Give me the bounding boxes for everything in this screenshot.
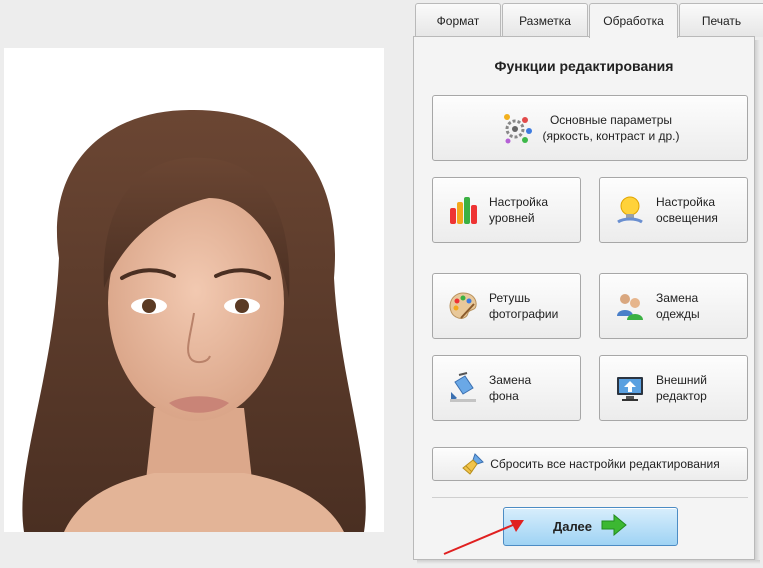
palette-icon [445,288,481,324]
people-icon [612,288,648,324]
next-label: Далее [552,518,593,534]
retouch-label: Ретушь фотографии [489,291,559,321]
gears-icon [500,110,536,146]
tab-bar: Формат Разметка Обработка Печать [413,3,763,38]
basic-parameters-button[interactable]: Основные параметры (яркость, контраст и … [432,95,748,161]
clothes-label: Замена одежды [656,291,700,321]
background-button[interactable]: Замена фона [432,355,581,421]
portrait-image [22,109,366,532]
levels-label: Настройка уровней [489,195,549,225]
retouch-button[interactable]: Ретушь фотографии [432,273,581,339]
panel-shadow-right [755,40,760,562]
lightbulb-icon [612,192,648,228]
tab-print[interactable]: Печать [679,3,763,37]
photo-preview [4,48,384,532]
reset-settings-button[interactable]: Сбросить все настройки редактирования [432,447,748,481]
tab-layout[interactable]: Разметка [502,3,588,37]
background-label: Замена фона [489,373,532,403]
levels-button[interactable]: Настройка уровней [432,177,581,243]
lighting-button[interactable]: Настройка освещения [599,177,748,243]
panel-title: Функции редактирования [494,58,674,74]
paint-bucket-icon [445,370,481,406]
tab-processing[interactable]: Обработка [589,3,678,38]
lighting-label: Настройка освещения [656,195,718,225]
brush-icon [460,451,486,477]
basic-parameters-label: Основные параметры (яркость, контраст и … [542,113,680,143]
reset-settings-label: Сбросить все настройки редактирования [490,457,720,471]
bar-chart-icon [445,192,481,228]
annotation-arrow [440,510,530,563]
divider [432,497,748,498]
monitor-upload-icon [612,370,648,406]
editing-panel: Функции редактирования Основные параметр… [413,36,755,560]
tab-format[interactable]: Формат [415,3,501,37]
external-editor-label: Внешний редактор [656,373,707,403]
panel-shadow-bottom [417,560,760,564]
clothes-button[interactable]: Замена одежды [599,273,748,339]
arrow-right-icon [600,513,628,539]
external-editor-button[interactable]: Внешний редактор [599,355,748,421]
